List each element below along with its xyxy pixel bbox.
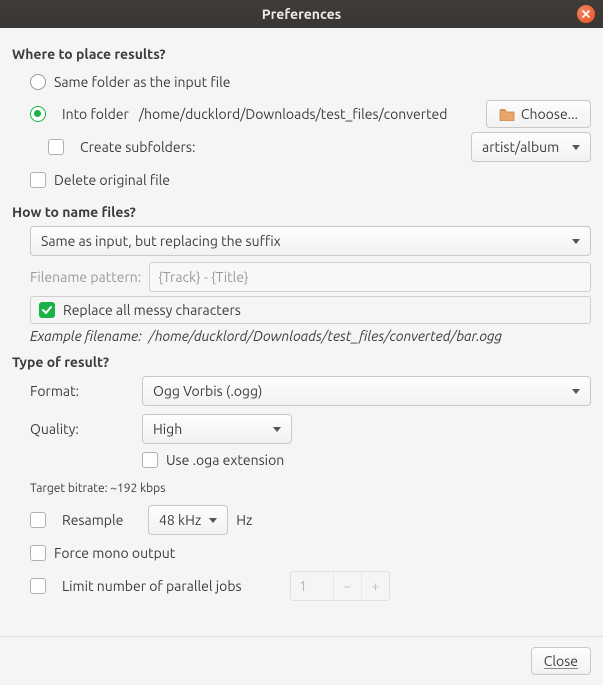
chevron-down-icon [209,518,217,523]
radio-into-folder[interactable] [30,106,46,122]
naming-mode-value: Same as input, but replacing the suffix [41,233,281,249]
radio-row-same-folder[interactable]: Same folder as the input file [30,68,591,96]
row-replace-messy: Replace all messy characters [30,296,591,324]
folder-icon [499,107,515,121]
resample-unit: Hz [236,512,252,528]
spinner-minus-button[interactable]: − [333,572,361,600]
close-button[interactable]: Close [531,647,591,675]
section-place-heading: Where to place results? [12,46,591,62]
chevron-down-icon [572,389,580,394]
spinner-plus-button[interactable]: + [361,572,389,600]
delete-original-label: Delete original file [54,172,170,188]
close-button-label: Close [544,653,578,669]
naming-mode-combo[interactable]: Same as input, but replacing the suffix [30,226,591,256]
radio-same-folder[interactable] [30,74,46,90]
section-result-heading: Type of result? [12,354,591,370]
create-subfolders-label: Create subfolders: [80,139,195,155]
row-limit-jobs: Limit number of parallel jobs 1 − + [30,571,591,601]
resample-rate-combo[interactable]: 48 kHz [148,505,228,535]
dialog-button-bar: Close [0,636,603,685]
subfolders-pattern-combo[interactable]: artist/album [471,132,591,162]
into-folder-path: /home/ducklord/Downloads/test_files/conv… [139,106,448,122]
resample-label: Resample [62,512,140,528]
content-area: Where to place results? Same folder as t… [0,28,603,636]
row-resample: Resample 48 kHz Hz [30,505,591,535]
radio-same-folder-label: Same folder as the input file [54,74,231,90]
chevron-down-icon [572,145,580,150]
choose-folder-label: Choose... [521,106,578,122]
format-label: Format: [30,383,130,399]
force-mono-label: Force mono output [54,545,175,561]
checkbox-create-subfolders[interactable] [48,139,64,155]
choose-folder-button[interactable]: Choose... [486,100,591,128]
example-filename-value: /home/ducklord/Downloads/test_files/conv… [149,328,502,344]
oga-extension-label: Use .oga extension [166,452,284,468]
row-create-subfolders: Create subfolders: artist/album [48,132,591,162]
radio-row-into-folder: Into folder /home/ducklord/Downloads/tes… [30,100,591,128]
limit-jobs-value: 1 [291,572,333,600]
checkbox-limit-jobs[interactable] [30,578,46,594]
row-filename-pattern: Filename pattern: {Track} - {Title} [30,262,591,292]
checkbox-delete-original[interactable] [30,172,46,188]
chevron-down-icon [273,427,281,432]
filename-pattern-input[interactable]: {Track} - {Title} [149,262,591,292]
close-icon[interactable] [577,5,595,23]
target-bitrate-text: Target bitrate: ~192 kbps [30,482,591,495]
window-title: Preferences [262,6,342,22]
checkbox-force-mono[interactable] [30,545,46,561]
radio-into-folder-label: Into folder [62,106,129,122]
filename-pattern-placeholder: {Track} - {Title} [158,269,248,285]
quality-combo[interactable]: High [142,414,292,444]
quality-label: Quality: [30,421,130,437]
quality-value: High [153,421,182,437]
checkbox-resample[interactable] [30,512,46,528]
row-delete-original: Delete original file [30,166,591,194]
section-naming-heading: How to name files? [12,204,591,220]
chevron-down-icon [572,239,580,244]
subfolders-pattern-value: artist/album [482,139,559,155]
format-value: Ogg Vorbis (.ogg) [153,383,262,399]
example-filename-label: Example filename: [30,328,142,344]
titlebar: Preferences [0,0,603,28]
row-force-mono: Force mono output [30,539,591,567]
replace-messy-label: Replace all messy characters [63,302,241,318]
limit-jobs-spinner[interactable]: 1 − + [290,571,390,601]
limit-jobs-label: Limit number of parallel jobs [62,578,282,594]
filename-pattern-label: Filename pattern: [30,269,141,285]
format-combo[interactable]: Ogg Vorbis (.ogg) [142,376,591,406]
resample-rate-value: 48 kHz [159,512,201,528]
checkbox-oga-extension[interactable] [142,452,158,468]
checkbox-replace-messy[interactable] [39,302,55,318]
